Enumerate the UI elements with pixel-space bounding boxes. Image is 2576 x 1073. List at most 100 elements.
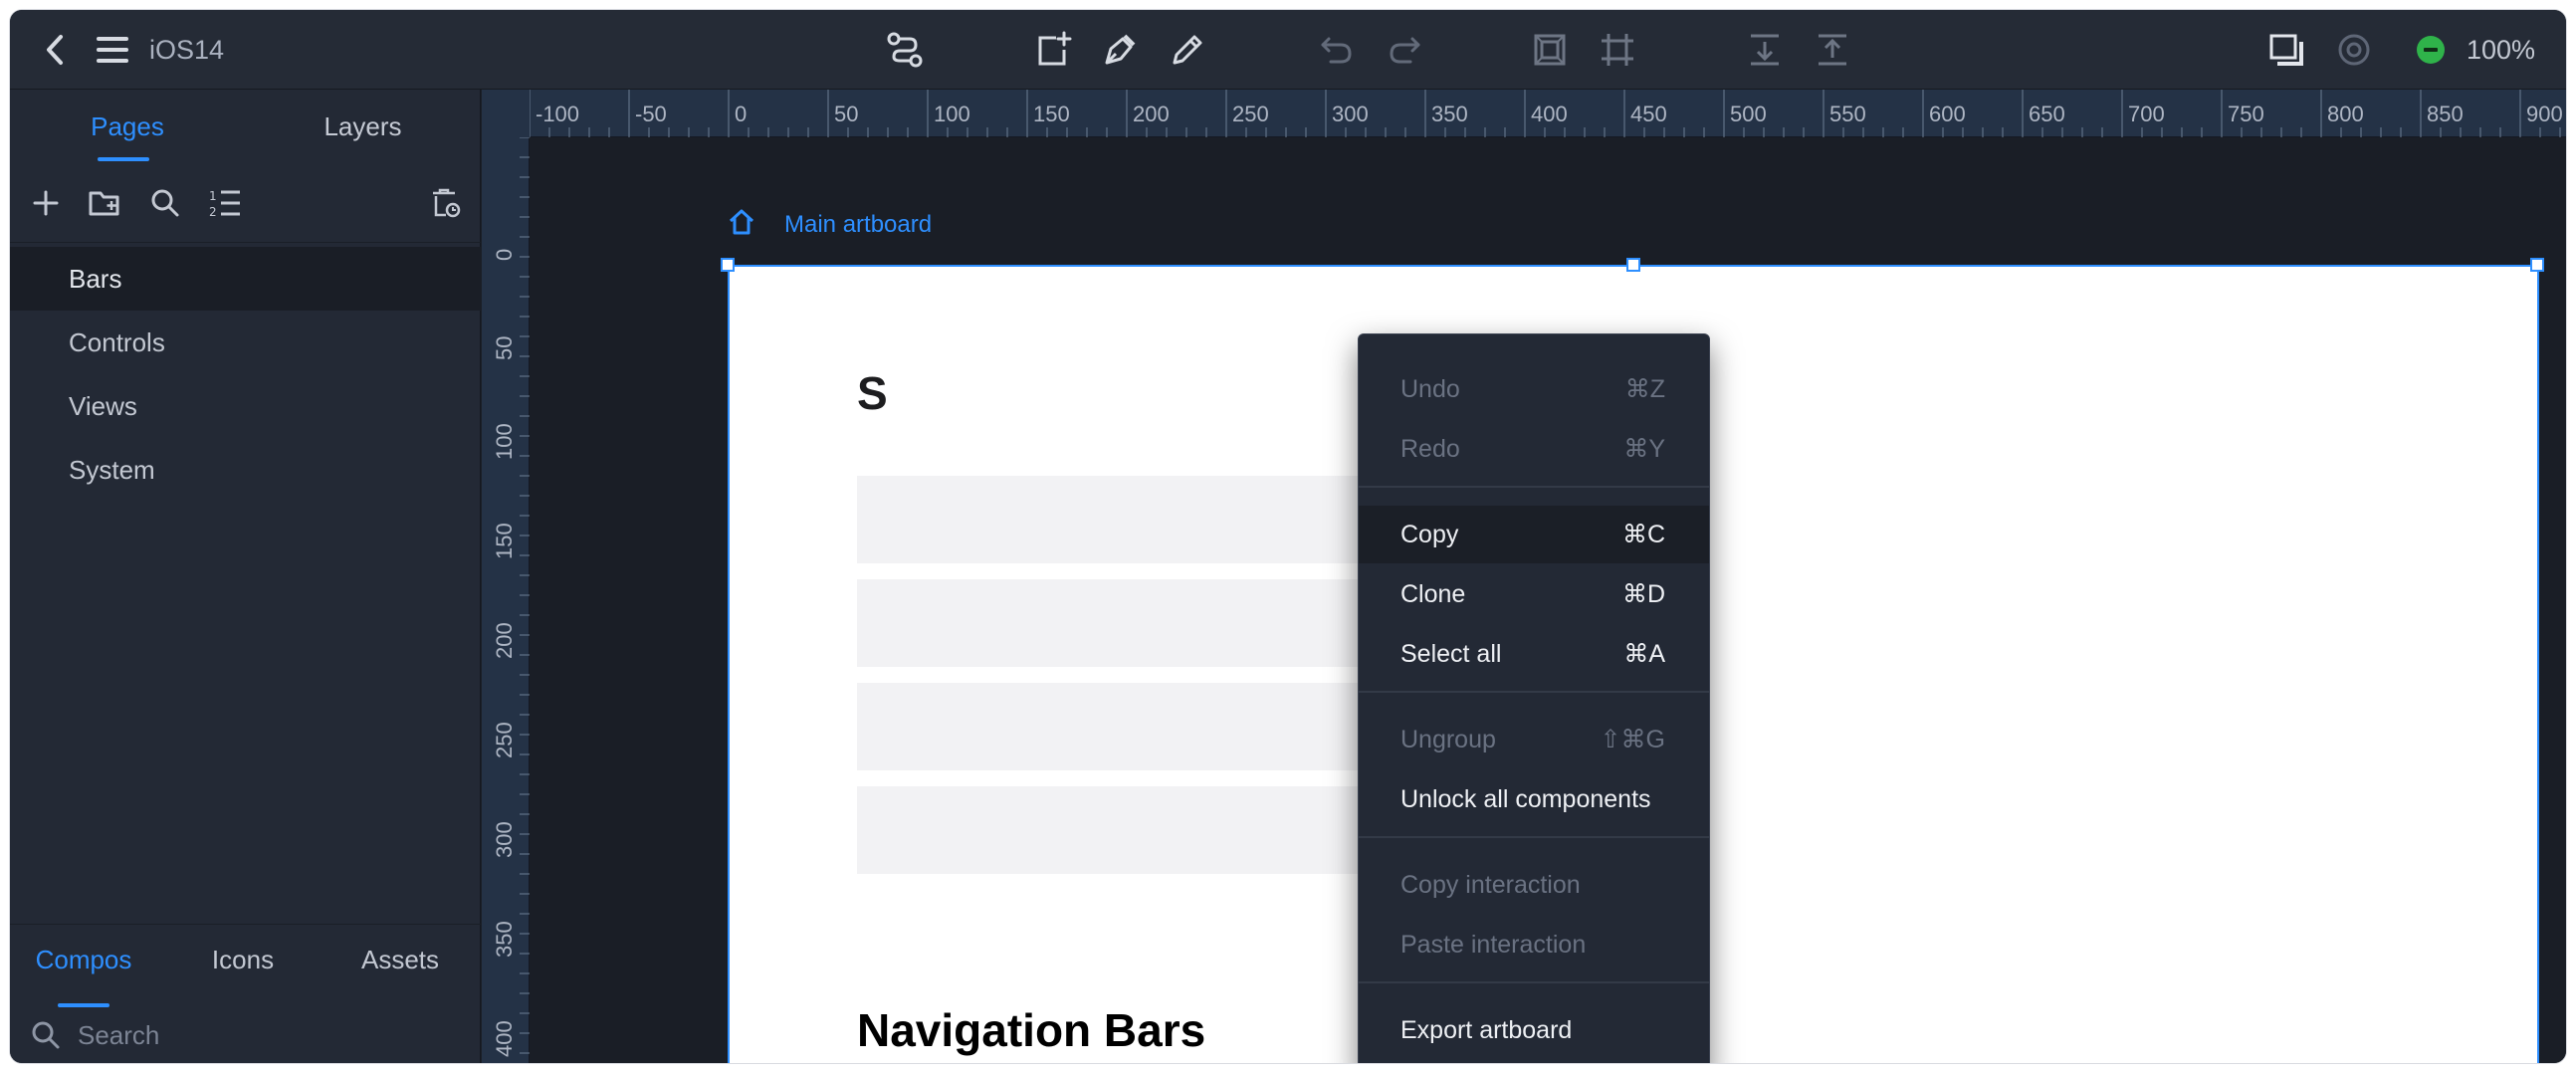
- ruler-tick-label: 800: [2327, 102, 2364, 126]
- menu-item-copy-interaction[interactable]: Copy interaction: [1359, 856, 1709, 914]
- ruler-tick-label: 0: [492, 248, 517, 261]
- menu-item-label: Ungroup: [1400, 726, 1496, 753]
- ruler-tick-label: 0: [735, 102, 748, 126]
- tab-layers[interactable]: Layers: [245, 90, 481, 163]
- ruler-tick-label: 100: [492, 423, 517, 460]
- resize-handle-top-center[interactable]: [1626, 258, 1640, 272]
- top-toolbar: iOS14 100%: [10, 10, 2566, 90]
- active-tab-indicator: [98, 157, 149, 161]
- numbered-list-icon[interactable]: 12: [207, 185, 243, 221]
- ruler-tick-label: 50: [492, 335, 517, 360]
- zoom-level[interactable]: 100%: [2467, 10, 2535, 90]
- menu-item-select-all[interactable]: Select all ⌘A: [1359, 625, 1709, 683]
- ruler-tick-label: 150: [1033, 102, 1070, 126]
- link-path-icon[interactable]: [882, 10, 928, 90]
- undo-icon[interactable]: [1314, 10, 1360, 90]
- menu-item-label: Unlock all components: [1400, 785, 1651, 813]
- frame-icon[interactable]: [1527, 10, 1573, 90]
- ruler-tick-label: 400: [1531, 102, 1568, 126]
- ruler-tick-label: 350: [1431, 102, 1468, 126]
- menu-separator: [1359, 486, 1709, 488]
- pencil-icon[interactable]: [1165, 10, 1210, 90]
- tab-assets[interactable]: Assets: [326, 925, 474, 994]
- back-icon[interactable]: [30, 10, 80, 90]
- ruler-tick-label: 550: [1829, 102, 1866, 126]
- artboard-label[interactable]: Main artboard: [784, 211, 932, 239]
- menu-item-label: Clone: [1400, 580, 1466, 608]
- vertical-ruler-ticks: [520, 136, 530, 1054]
- menu-item-export-artboard[interactable]: Export artboard: [1359, 1001, 1709, 1059]
- svg-text:1: 1: [209, 189, 217, 203]
- menu-item-shortcut: ⌘Y: [1623, 435, 1665, 463]
- page-list: Bars Controls Views System: [10, 247, 481, 502]
- menu-item-paste-interaction[interactable]: Paste interaction: [1359, 916, 1709, 973]
- add-folder-icon[interactable]: [88, 185, 123, 221]
- frame-tool-icon[interactable]: [1595, 10, 1640, 90]
- menu-item-redo[interactable]: Redo ⌘Y: [1359, 420, 1709, 478]
- svg-text:2: 2: [209, 205, 217, 219]
- library-search: [10, 1009, 481, 1063]
- menu-separator: [1359, 981, 1709, 983]
- menu-item-label: Redo: [1400, 435, 1460, 463]
- resize-handle-top-right[interactable]: [2530, 258, 2544, 272]
- section-heading: S: [857, 367, 888, 419]
- pen-icon[interactable]: [1097, 10, 1143, 90]
- active-library-tab-indicator: [58, 1003, 109, 1007]
- page-toolbar: 12: [10, 163, 481, 243]
- settings-icon[interactable]: [2331, 10, 2377, 90]
- menu-separator: [1359, 691, 1709, 693]
- menu-item-label: Select all: [1400, 640, 1502, 668]
- menu-item-unlock-all-components[interactable]: Unlock all components: [1359, 770, 1709, 828]
- page-item-views[interactable]: Views: [10, 374, 481, 438]
- menu-item-ungroup[interactable]: Ungroup ⇧⌘G: [1359, 711, 1709, 768]
- ruler-tick-label: 300: [492, 821, 517, 858]
- search-pages-icon[interactable]: [147, 185, 183, 221]
- ruler-tick-label: 600: [1929, 102, 1966, 126]
- menu-item-label: Paste interaction: [1400, 931, 1587, 959]
- navigation-bars-heading: Navigation Bars: [857, 1004, 1206, 1056]
- menu-item-shortcut: ⌘C: [1621, 521, 1665, 548]
- ruler-tick-label: 850: [2427, 102, 2464, 126]
- menu-item-shortcut: ⌘A: [1623, 640, 1665, 668]
- align-bottom-icon[interactable]: [1742, 10, 1788, 90]
- ruler-tick-label: 200: [1133, 102, 1170, 126]
- menu-separator: [1359, 836, 1709, 838]
- app-window: iOS14 100% Pages Layers 1 2 Bars Control…: [10, 10, 2566, 1063]
- tab-icons[interactable]: Icons: [169, 925, 317, 994]
- ruler-tick-label: 300: [1332, 102, 1369, 126]
- search-input[interactable]: [78, 1015, 456, 1055]
- ruler-corner: [482, 90, 530, 137]
- design-canvas[interactable]: -100 -50 0 50 100 150 200 250 300 350 400 450 500 550…: [482, 90, 2566, 1063]
- redo-icon[interactable]: [1382, 10, 1427, 90]
- menu-item-label: Export artboard: [1400, 1016, 1573, 1044]
- tab-pages[interactable]: Pages: [10, 90, 245, 163]
- ruler-tick-label: 250: [492, 722, 517, 758]
- delete-page-icon[interactable]: [428, 185, 464, 221]
- resize-handle-top-left[interactable]: [721, 258, 735, 272]
- ruler-tick-label: -50: [635, 102, 667, 126]
- menu-item-label: Undo: [1400, 375, 1460, 403]
- menu-item-copy[interactable]: Copy ⌘C: [1359, 506, 1709, 563]
- ruler-tick-label: 750: [2228, 102, 2264, 126]
- page-item-controls[interactable]: Controls: [10, 311, 481, 374]
- ruler-tick-label: 450: [1630, 102, 1667, 126]
- ruler-tick-label: 500: [1730, 102, 1767, 126]
- menu-icon[interactable]: [88, 10, 137, 90]
- home-icon: [727, 207, 756, 242]
- document-title: iOS14: [149, 35, 225, 65]
- page-item-system[interactable]: System: [10, 438, 481, 502]
- ruler-tick-label: 900: [2526, 102, 2563, 126]
- align-top-icon[interactable]: [1810, 10, 1855, 90]
- menu-item-clone[interactable]: Clone ⌘D: [1359, 565, 1709, 623]
- page-item-bars[interactable]: Bars: [10, 247, 481, 311]
- ruler-tick-label: 200: [492, 622, 517, 659]
- tab-compos[interactable]: Compos: [10, 925, 157, 994]
- connection-status-icon: [2417, 36, 2445, 64]
- menu-item-undo[interactable]: Undo ⌘Z: [1359, 360, 1709, 418]
- menu-item-shortcut: ⌘Z: [1624, 375, 1665, 403]
- horizontal-ruler: -100 -50 0 50 100 150 200 250 300 350 400 450 500 550…: [482, 90, 2566, 137]
- add-artboard-icon[interactable]: [1031, 10, 1077, 90]
- ruler-tick-label: 150: [492, 523, 517, 559]
- add-page-icon[interactable]: [28, 185, 64, 221]
- preview-icon[interactable]: [2263, 10, 2309, 90]
